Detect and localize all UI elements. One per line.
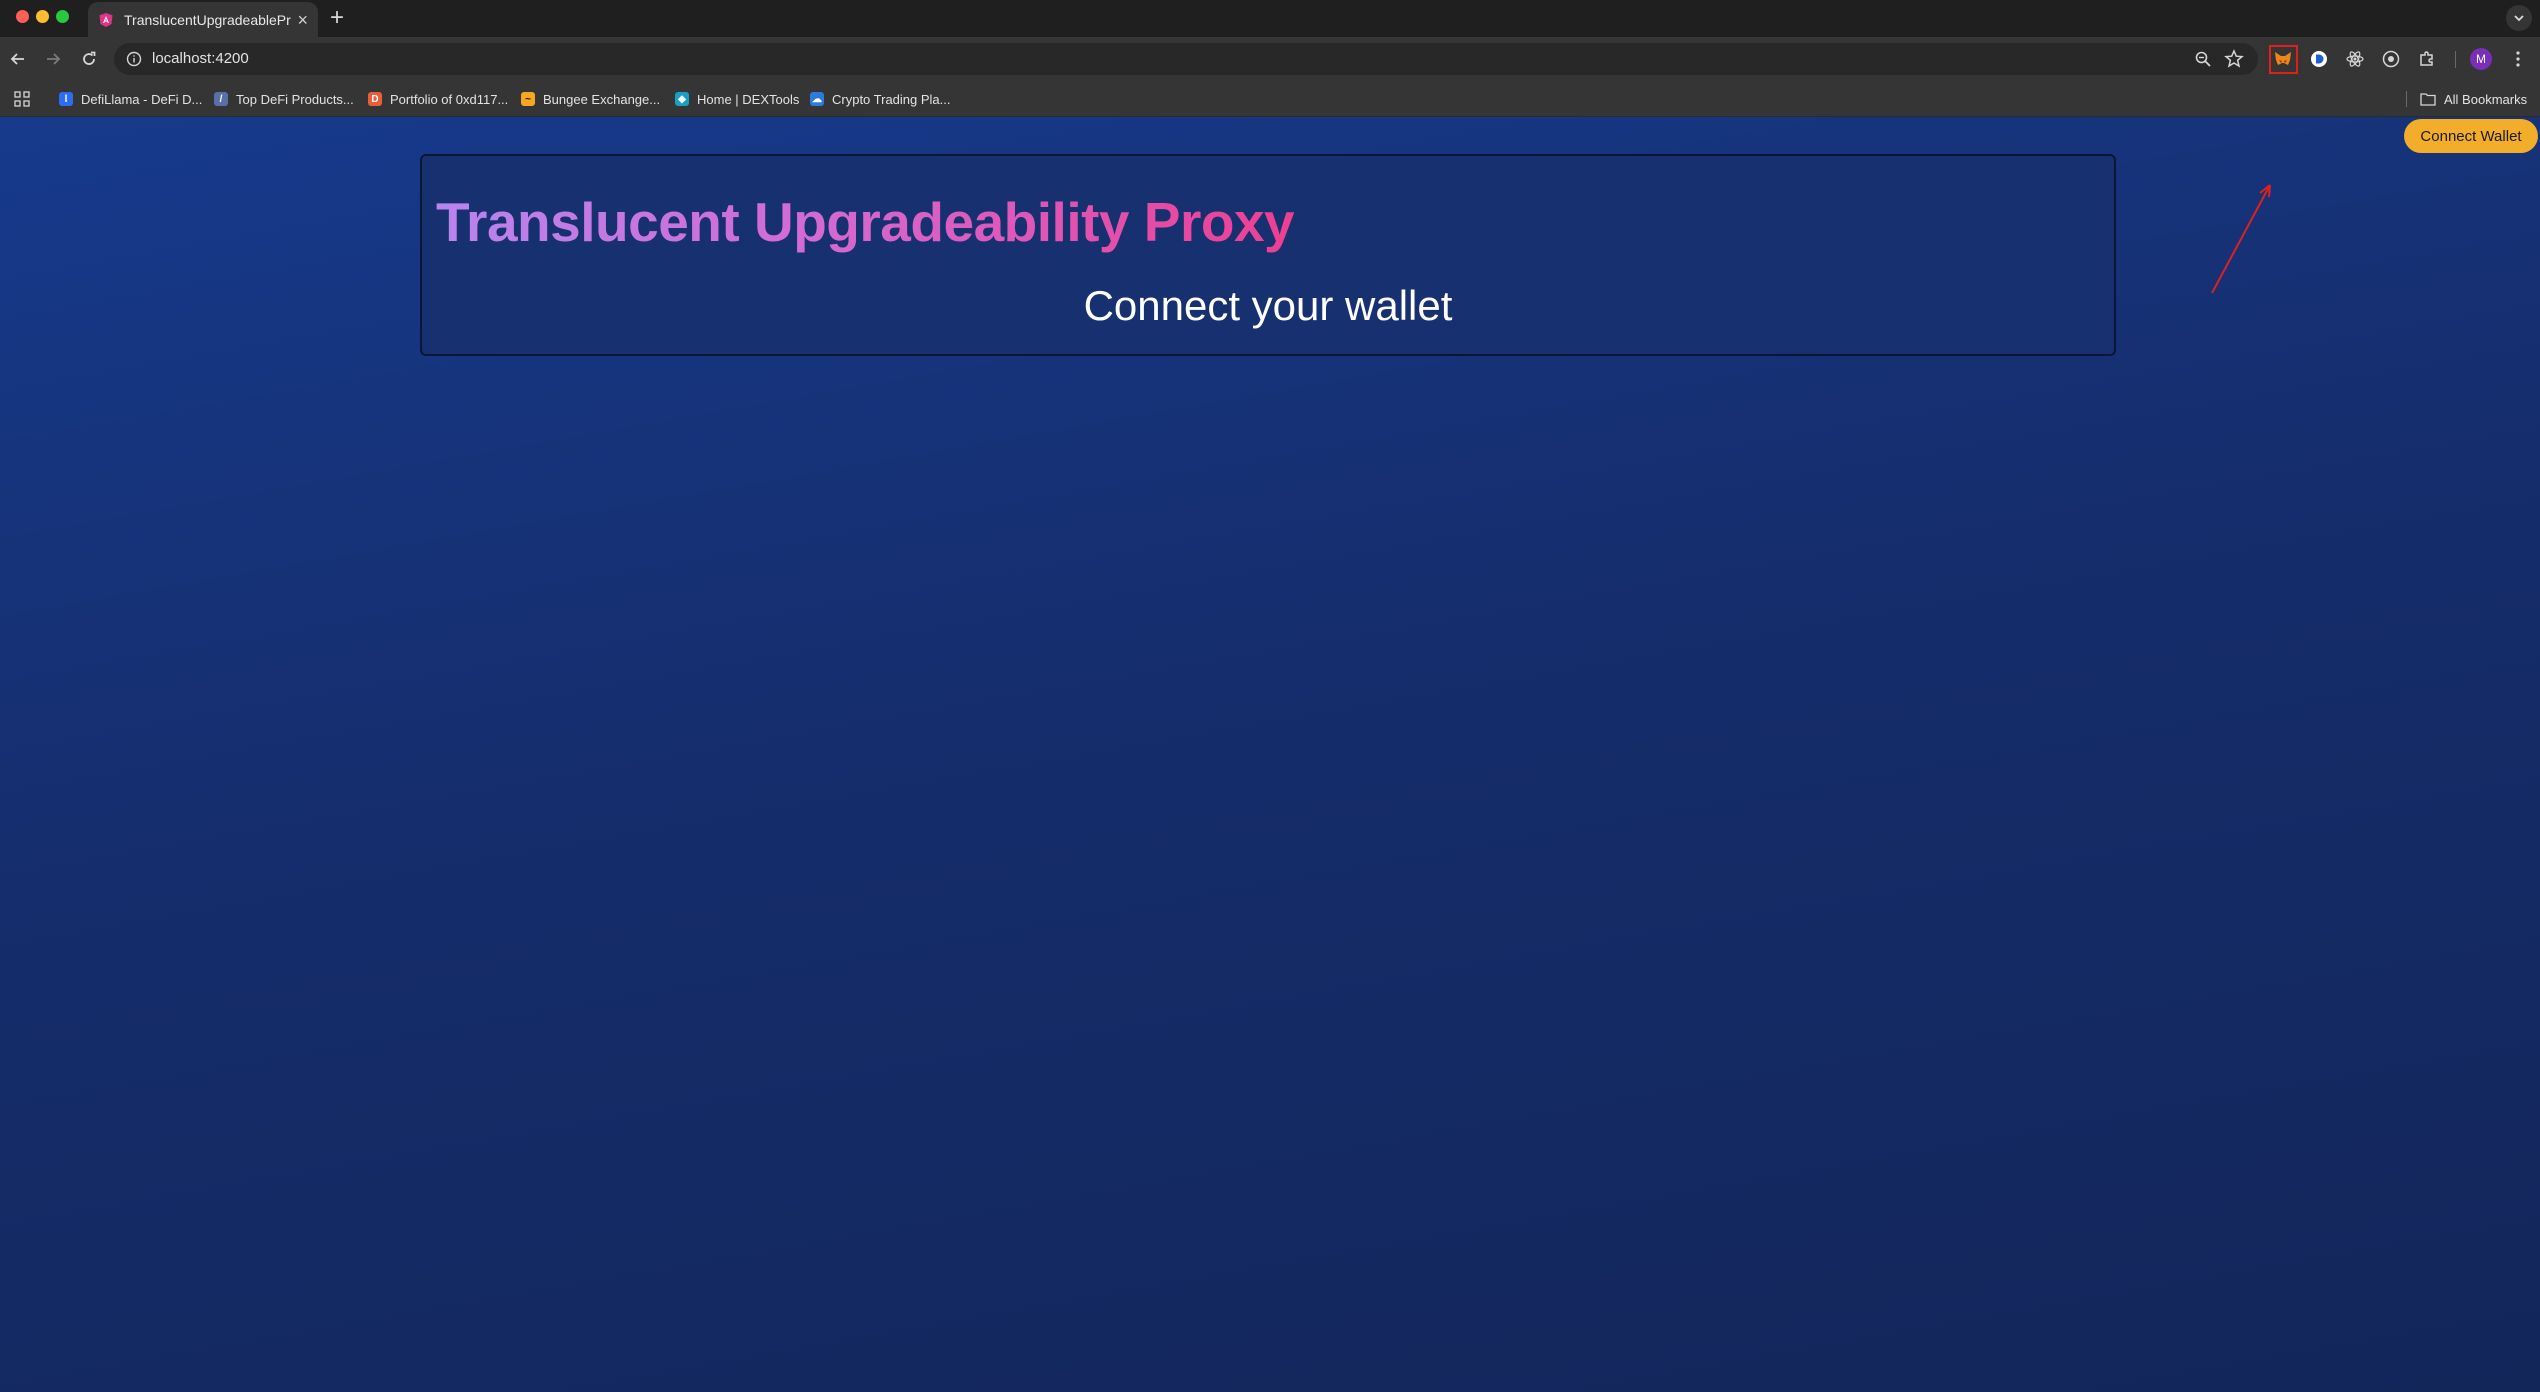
reload-button[interactable] [78,48,100,70]
browser-menu-button[interactable] [2508,48,2528,70]
url-text: localhost:4200 [152,50,249,67]
all-bookmarks-button[interactable]: All Bookmarks [2420,81,2527,117]
all-bookmarks-label: All Bookmarks [2444,91,2528,107]
puzzle-piece-icon [2420,51,2433,66]
address-bar[interactable]: localhost:4200 [114,43,2258,75]
zoom-icon[interactable] [2194,50,2212,68]
bookmark-label: Crypto Trading Pla... [832,91,951,107]
extension-d-button[interactable] [2308,48,2330,70]
bookmark-bungee[interactable]: ~ Bungee Exchange... [521,81,660,117]
annotation-arrow [2211,184,2271,294]
kebab-menu-icon [2516,51,2520,67]
arrow-left-icon [10,53,24,65]
bookmark-defillama[interactable]: l DefiLlama - DeFi D... [59,81,202,117]
browser-tab-active[interactable]: TranslucentUpgradeableProxy × [88,2,318,37]
arrow-right-icon [47,53,61,65]
apps-grid-icon[interactable] [14,91,30,107]
tab-strip: TranslucentUpgradeableProxy × + [0,0,2540,37]
reload-icon [83,51,96,65]
bookmark-portfolio[interactable]: D Portfolio of 0xd117... [368,81,508,117]
bookmark-dextools[interactable]: ◆ Home | DEXTools [675,81,799,117]
bungee-icon: ~ [521,92,535,106]
bookmark-label: Portfolio of 0xd117... [390,91,509,107]
react-atom-icon [2346,51,2364,67]
react-devtools-button[interactable] [2344,48,2366,70]
page-content: Connect Wallet Translucent Upgradeabilit… [0,117,2540,1392]
crypto-platform-icon: ☁ [810,92,824,106]
connect-prompt: Connect your wallet [1083,282,1453,329]
bookmark-top-defi-products[interactable]: / Top DeFi Products... [214,81,354,117]
site-info-icon[interactable] [126,51,142,67]
bookmark-label: Bungee Exchange... [543,91,661,107]
defipulse-icon: / [214,92,228,106]
tab-title: TranslucentUpgradeableProxy [124,11,291,28]
page-title: Translucent Upgradeability Proxy [436,191,1295,253]
extensions-menu-button[interactable] [2416,48,2438,70]
debank-icon: D [368,92,382,106]
defillama-icon: l [59,92,73,106]
back-button[interactable] [7,48,29,70]
minimize-window-button[interactable] [36,10,49,23]
target-circle-icon [2382,50,2400,68]
folder-icon [2420,93,2436,106]
forward-button[interactable] [42,48,64,70]
close-window-button[interactable] [16,10,29,23]
new-tab-button[interactable]: + [330,4,344,32]
bookmark-star-icon[interactable] [2224,49,2244,69]
angular-favicon-icon [99,12,113,27]
connect-wallet-button[interactable]: Connect Wallet [2404,119,2538,153]
bookmark-label: Top DeFi Products... [236,91,354,107]
bookmarks-divider [2406,91,2407,107]
main-card: Translucent Upgradeability Proxy Connect… [420,154,2116,356]
extension-circle-button[interactable] [2380,48,2402,70]
tab-search-button[interactable] [2506,5,2532,31]
extension-d-icon [2311,51,2327,67]
bookmarks-bar: l DefiLlama - DeFi D... / Top DeFi Produ… [0,81,2540,117]
bookmark-label: Home | DEXTools [697,91,800,107]
toolbar-divider [2455,51,2456,68]
tab-close-icon[interactable]: × [297,11,308,29]
profile-avatar[interactable]: M [2470,48,2492,70]
chevron-down-icon [2514,15,2524,22]
dextools-icon: ◆ [675,92,689,106]
extension-highlight-box [2269,45,2298,74]
maximize-window-button[interactable] [56,10,69,23]
bookmark-label: DefiLlama - DeFi D... [81,91,203,107]
bookmark-crypto-trading[interactable]: ☁ Crypto Trading Pla... [810,81,951,117]
browser-toolbar: localhost:4200 M [0,37,2540,81]
